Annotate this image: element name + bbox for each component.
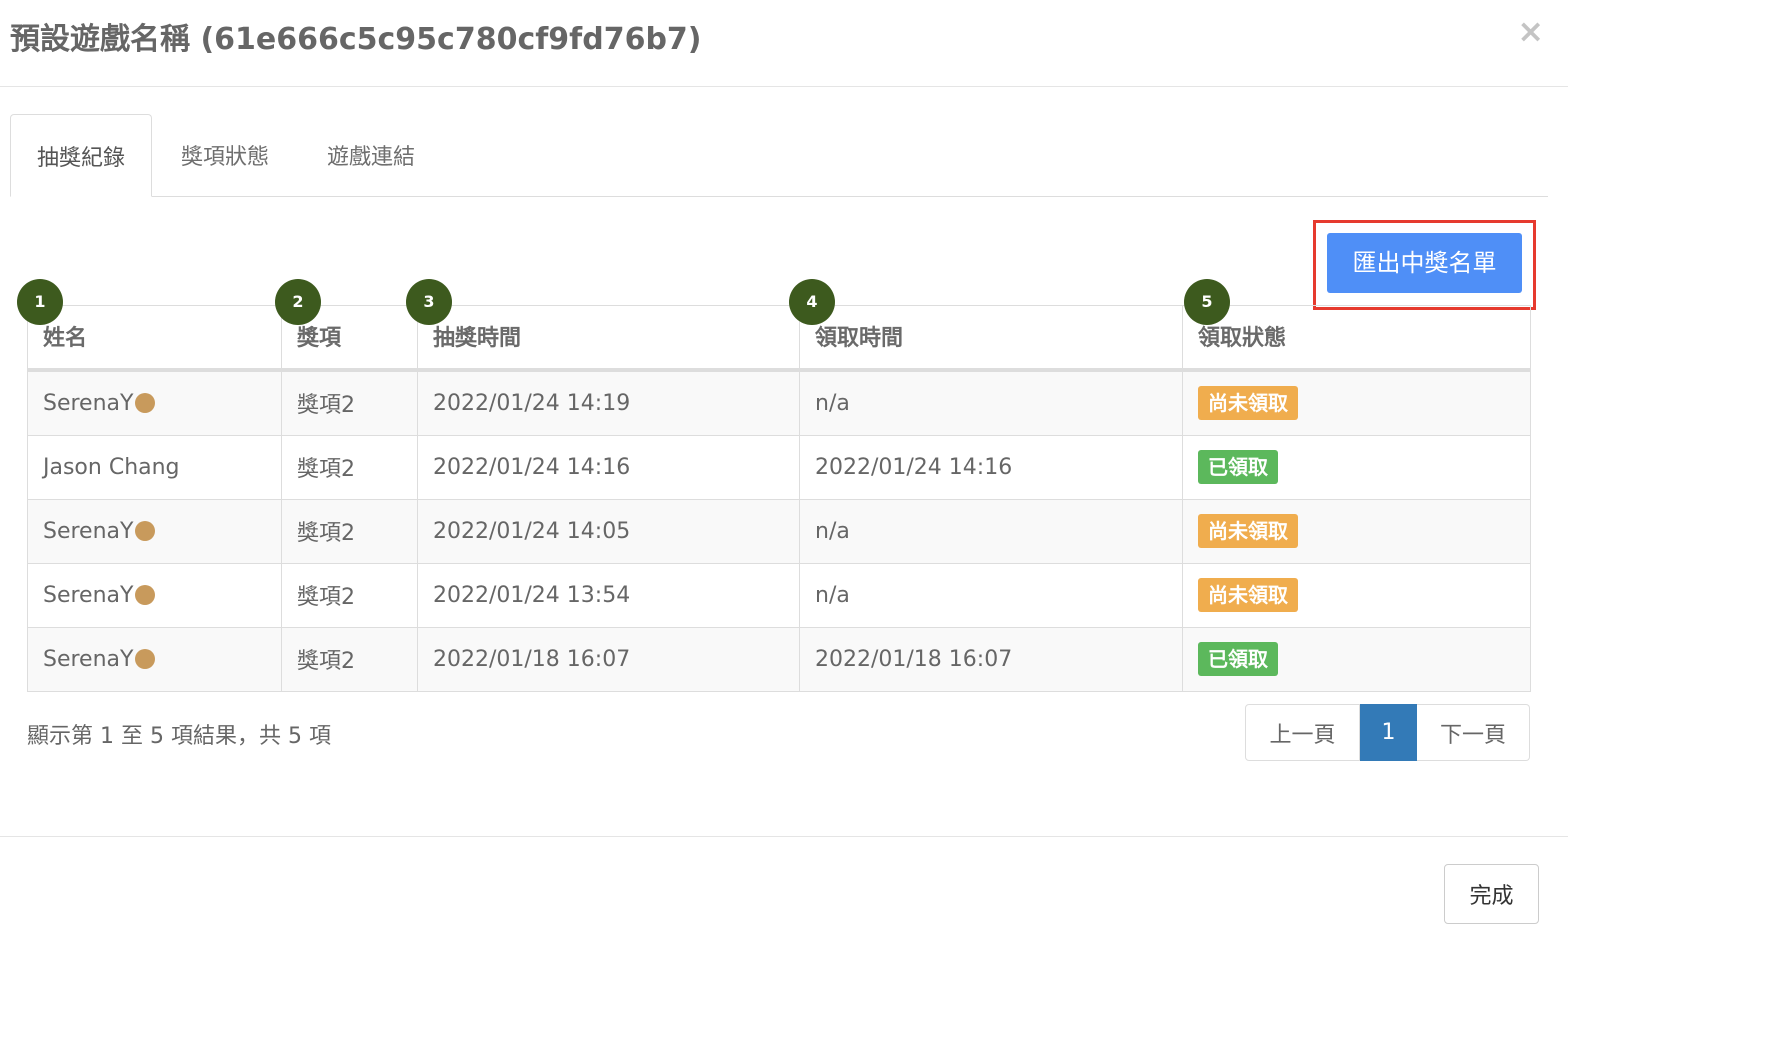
cell-claim-status: 已領取 [1182, 626, 1531, 692]
cell-draw-time: 2022/01/24 14:05 [417, 498, 800, 564]
cell-name-text: Jason Chang [43, 454, 180, 480]
cell-claim-time: n/a [799, 562, 1183, 628]
cell-prize: 獎項2 [281, 369, 418, 436]
cell-draw-time: 2022/01/18 16:07 [417, 626, 800, 692]
modal-footer [0, 836, 1568, 937]
cell-claim-status: 尚未領取 [1182, 369, 1531, 436]
tab-bar: 抽獎紀錄 獎項狀態 遊戲連結 [10, 114, 1548, 197]
cell-prize: 獎項2 [281, 562, 418, 628]
cell-claim-status: 已領取 [1182, 434, 1531, 500]
table-row: SerenaY 獎項2 2022/01/24 14:19 n/a 尚未領取 [27, 369, 1531, 436]
column-header-claim-status[interactable]: 領取狀態 [1182, 305, 1531, 372]
cell-claim-time: 2022/01/24 14:16 [799, 434, 1183, 500]
step-marker-5: 5 [1184, 279, 1230, 325]
tab-draw-records[interactable]: 抽獎紀錄 [10, 114, 152, 197]
cell-claim-status: 尚未領取 [1182, 562, 1531, 628]
cell-name: SerenaY [27, 498, 282, 564]
column-header-name[interactable]: 姓名 [27, 305, 282, 372]
pagination: 上一頁 1 下一頁 [1245, 704, 1530, 761]
table-row: SerenaY 獎項2 2022/01/24 13:54 n/a 尚未領取 [27, 562, 1531, 628]
step-marker-1: 1 [17, 279, 63, 325]
cell-prize: 獎項2 [281, 498, 418, 564]
close-icon[interactable]: × [1517, 12, 1544, 50]
cell-draw-time: 2022/01/24 14:19 [417, 369, 800, 436]
prev-page-button[interactable]: 上一頁 [1245, 704, 1360, 761]
cell-prize: 獎項2 [281, 434, 418, 500]
monkey-emoji-icon [135, 392, 156, 413]
monkey-emoji-icon [135, 648, 156, 669]
status-badge: 尚未領取 [1198, 578, 1298, 612]
cell-name-text: SerenaY [43, 582, 134, 608]
table-header-row: 姓名 獎項 抽獎時間 領取時間 領取狀態 [27, 305, 1531, 372]
table-row: SerenaY 獎項2 2022/01/18 16:07 2022/01/18 16:… [27, 626, 1531, 692]
tab-game-link[interactable]: 遊戲連結 [308, 114, 434, 196]
status-badge: 已領取 [1198, 642, 1278, 676]
page-1-button[interactable]: 1 [1360, 704, 1417, 761]
step-marker-3: 3 [406, 279, 452, 325]
cell-name-text: SerenaY [43, 390, 134, 416]
cell-name: Jason Chang [27, 434, 282, 500]
tab-prize-status[interactable]: 獎項狀態 [162, 114, 288, 196]
monkey-emoji-icon [135, 520, 156, 541]
table-row: SerenaY 獎項2 2022/01/24 14:05 n/a 尚未領取 [27, 498, 1531, 564]
status-badge: 尚未領取 [1198, 514, 1298, 548]
step-marker-4: 4 [789, 279, 835, 325]
cell-claim-time: n/a [799, 498, 1183, 564]
export-winners-button[interactable]: 匯出中獎名單 [1327, 233, 1522, 293]
cell-name: SerenaY [27, 369, 282, 436]
modal-title: 預設遊戲名稱 (61e666c5c95c780cf9fd76b7) [10, 22, 702, 57]
table-row: Jason Chang 獎項2 2022/01/24 14:16 2022/01/24… [27, 434, 1531, 500]
cell-name: SerenaY [27, 562, 282, 628]
cell-name-text: SerenaY [43, 518, 134, 544]
step-marker-2: 2 [275, 279, 321, 325]
done-button[interactable]: 完成 [1444, 864, 1539, 924]
column-header-draw-time[interactable]: 抽獎時間 [417, 305, 800, 372]
cell-claim-status: 尚未領取 [1182, 498, 1531, 564]
records-table: 姓名 獎項 抽獎時間 領取時間 領取狀態 SerenaY 獎項2 2022/01/2… [27, 305, 1531, 692]
monkey-emoji-icon [135, 584, 156, 605]
column-header-claim-time[interactable]: 領取時間 [799, 305, 1183, 372]
cell-name-text: SerenaY [43, 646, 134, 672]
cell-prize: 獎項2 [281, 626, 418, 692]
cell-claim-time: 2022/01/18 16:07 [799, 626, 1183, 692]
modal-header: 預設遊戲名稱 (61e666c5c95c780cf9fd76b7) × [0, 0, 1568, 87]
cell-draw-time: 2022/01/24 13:54 [417, 562, 800, 628]
cell-draw-time: 2022/01/24 14:16 [417, 434, 800, 500]
status-badge: 已領取 [1198, 450, 1278, 484]
next-page-button[interactable]: 下一頁 [1417, 704, 1530, 761]
table-info-text: 顯示第 1 至 5 項結果，共 5 項 [27, 724, 331, 749]
cell-name: SerenaY [27, 626, 282, 692]
cell-claim-time: n/a [799, 369, 1183, 436]
status-badge: 尚未領取 [1198, 386, 1298, 420]
